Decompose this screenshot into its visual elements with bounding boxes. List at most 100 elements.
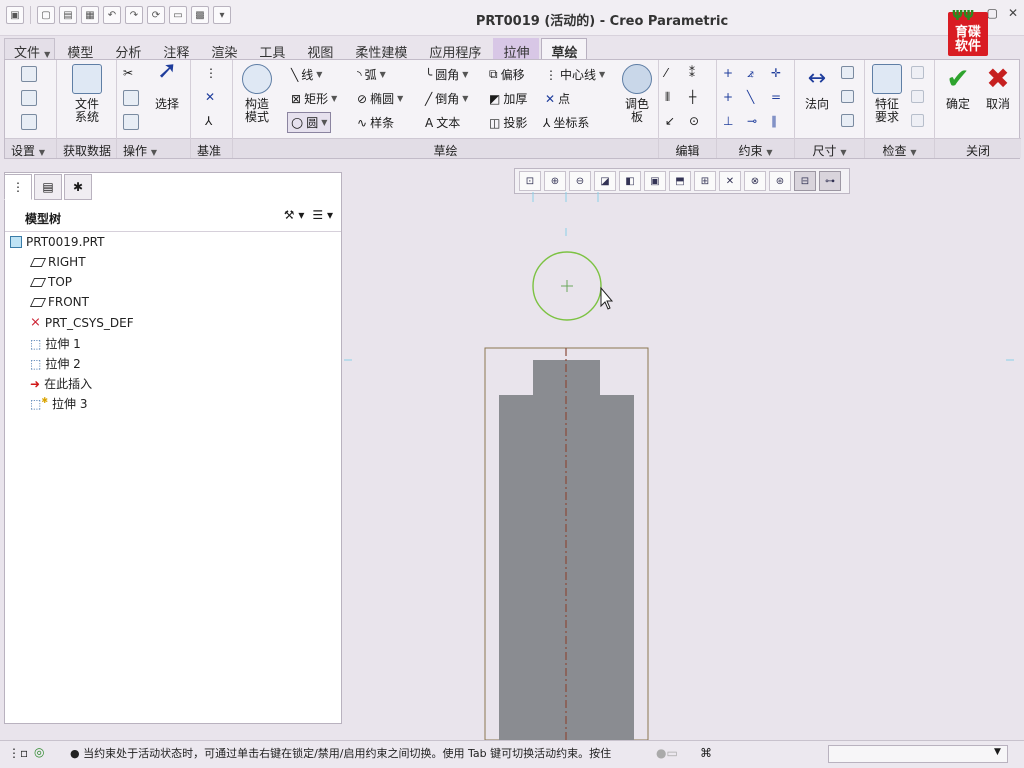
tab-model[interactable]: 模型 bbox=[57, 38, 103, 61]
logo-text: 育碟软件 bbox=[954, 25, 981, 54]
tab-extrude[interactable]: 拉伸 bbox=[493, 38, 540, 61]
datum-point-icon[interactable]: ✕ bbox=[205, 90, 215, 104]
tree-show-icon[interactable]: ☰ ▾ bbox=[312, 208, 333, 222]
tab-render[interactable]: 渲染 bbox=[201, 38, 247, 61]
sketch-setup-icon[interactable] bbox=[21, 66, 37, 82]
sketch-view-icon[interactable] bbox=[21, 114, 37, 130]
group-constraints: + ⦨ ✛ + ╲ = ⊥ ⊸ ∥ 约束 ▼ bbox=[717, 60, 795, 158]
tree-item-extrude-1[interactable]: ⬚ 拉伸 1 bbox=[30, 335, 81, 352]
browser-toggle-icon[interactable]: ◎ bbox=[34, 745, 44, 759]
tab-file[interactable]: 文件 ▼ bbox=[4, 38, 56, 61]
circle-tool[interactable]: ○ 圆 ▼ bbox=[287, 112, 332, 133]
mirror-icon[interactable]: ⫴ bbox=[665, 90, 670, 105]
rotate-resize-icon[interactable]: ⊙ bbox=[689, 114, 699, 128]
overlap-geometry-icon[interactable] bbox=[911, 114, 924, 127]
tree-item-extrude-2[interactable]: ⬚ 拉伸 2 bbox=[30, 355, 81, 372]
horizontal-constraint-icon[interactable]: + bbox=[723, 90, 733, 104]
chamfer-tool[interactable]: ╱ 倒角 ▼ bbox=[425, 90, 468, 107]
delete-segment-icon[interactable]: ⁑ bbox=[689, 66, 695, 80]
model-tree-tab-icon[interactable]: ⋮ bbox=[4, 174, 32, 200]
reference-icon[interactable] bbox=[21, 90, 37, 106]
cancel-button[interactable]: ✖ 取消 bbox=[979, 64, 1017, 111]
datum-centerline-icon[interactable]: ⋮ bbox=[205, 66, 217, 80]
project-tool[interactable]: ◫ 投影 bbox=[489, 114, 527, 131]
normal-dimension-icon: ↔ bbox=[807, 66, 827, 91]
close-icon[interactable]: ✕ bbox=[1008, 6, 1018, 20]
select-button[interactable]: ➚ 选择 bbox=[147, 58, 187, 111]
extrude-active-icon: ⬚✱ bbox=[30, 396, 49, 411]
filter-dropdown-icon[interactable]: ▼ bbox=[994, 747, 1001, 757]
tab-analysis[interactable]: 分析 bbox=[105, 38, 151, 61]
centerline-tool[interactable]: ⋮ 中心线 ▼ bbox=[545, 66, 605, 83]
parallel-constraint-icon[interactable]: ∥ bbox=[771, 114, 777, 128]
vertical-constraint-icon[interactable]: + bbox=[723, 66, 733, 80]
status-bar: ⋮▫ ◎ ● 当约束处于活动状态时，可通过单击右键在锁定/禁用/启用约束之间切换… bbox=[0, 740, 1024, 768]
equal-constraint-icon[interactable]: = bbox=[771, 90, 781, 104]
normal-dimension-button[interactable]: ↔ 法向 bbox=[797, 64, 837, 111]
tab-tools[interactable]: 工具 bbox=[249, 38, 295, 61]
group-label-constraints[interactable]: 约束 ▼ bbox=[717, 138, 794, 158]
rectangle-tool[interactable]: ⊠ 矩形 ▼ bbox=[291, 90, 337, 107]
file-system-button[interactable]: 文件 系统 bbox=[65, 64, 109, 124]
construction-mode-button[interactable]: 构造 模式 bbox=[235, 64, 279, 124]
shade-closed-loops-icon[interactable] bbox=[911, 90, 924, 103]
perpendicular-constraint-icon[interactable]: ⊥ bbox=[723, 114, 733, 128]
group-label-dimension[interactable]: 尺寸 ▼ bbox=[795, 138, 864, 158]
reference-dim-icon[interactable] bbox=[841, 90, 854, 103]
ribbon: 设置 ▼ 文件 系统 获取数据 ✂ ➚ 选择 操作 ▼ ⋮ ✕ ⅄ 基准 构造 … bbox=[4, 58, 1021, 159]
midpoint-constraint-icon[interactable]: ✛ bbox=[771, 66, 781, 80]
divide-icon[interactable]: ┼ bbox=[689, 90, 696, 104]
symmetric-constraint-icon[interactable]: ⊸ bbox=[747, 114, 757, 128]
folder-browser-tab-icon[interactable]: ▤ bbox=[34, 174, 62, 200]
group-label-setup[interactable]: 设置 ▼ bbox=[5, 138, 56, 158]
arc-tool[interactable]: ◝ 弧 ▼ bbox=[357, 66, 386, 83]
tree-settings-icon[interactable]: ⚒ ▾ bbox=[284, 208, 305, 222]
chamfer-icon: ╱ bbox=[425, 91, 433, 106]
tab-sketch[interactable]: 草绘 bbox=[541, 38, 588, 61]
offset-tool[interactable]: ⧉ 偏移 bbox=[489, 66, 525, 83]
restore-icon[interactable]: ▢ bbox=[987, 6, 998, 20]
tangent-constraint-icon[interactable]: ⦨ bbox=[747, 66, 754, 81]
paste-icon[interactable] bbox=[123, 114, 139, 130]
tree-toggle-icon[interactable]: ⋮▫ bbox=[8, 746, 28, 760]
ellipse-tool[interactable]: ⊘ 椭圆 ▼ bbox=[357, 90, 403, 107]
cut-icon[interactable]: ✂ bbox=[123, 66, 133, 80]
csys-icon: ⨯ bbox=[30, 315, 41, 330]
text-tool[interactable]: A 文本 bbox=[425, 114, 460, 131]
arc-icon: ◝ bbox=[357, 67, 362, 82]
palette-button[interactable]: 调色 板 bbox=[619, 64, 655, 124]
modify-icon[interactable]: ⁄ bbox=[665, 66, 667, 80]
graphics-canvas[interactable] bbox=[344, 160, 1024, 740]
tab-view[interactable]: 视图 bbox=[297, 38, 343, 61]
spline-tool[interactable]: ∿ 样条 bbox=[357, 114, 394, 131]
group-label-operations[interactable]: 操作 ▼ bbox=[117, 138, 190, 158]
tree-item-insert-here[interactable]: ➜ 在此插入 bbox=[30, 375, 92, 392]
ok-button[interactable]: ✔ 确定 bbox=[939, 64, 977, 111]
corner-icon[interactable]: ↙ bbox=[665, 114, 675, 128]
tab-applications[interactable]: 应用程序 bbox=[419, 38, 491, 61]
group-label-inspect[interactable]: 检查 ▼ bbox=[865, 138, 934, 158]
perimeter-icon[interactable] bbox=[841, 66, 854, 79]
find-icon[interactable]: ⌘ bbox=[700, 746, 712, 760]
favorites-tab-icon[interactable]: ✱ bbox=[64, 174, 92, 200]
tree-item-extrude-3[interactable]: ⬚✱ 拉伸 3 bbox=[30, 395, 88, 412]
coincident-constraint-icon[interactable]: ╲ bbox=[747, 90, 754, 104]
fillet-tool[interactable]: ╰ 圆角 ▼ bbox=[425, 66, 468, 83]
csys-tool[interactable]: ⅄ 坐标系 bbox=[543, 114, 589, 131]
line-tool[interactable]: ╲ 线 ▼ bbox=[291, 66, 322, 83]
datum-csys-icon[interactable]: ⅄ bbox=[205, 114, 212, 128]
point-tool[interactable]: ✕ 点 bbox=[545, 90, 570, 107]
tree-item-front[interactable]: FRONT bbox=[29, 295, 89, 309]
construction-mode-icon bbox=[242, 64, 272, 94]
tab-flexible-modeling[interactable]: 柔性建模 bbox=[345, 38, 417, 61]
tree-item-part[interactable]: PRT0019.PRT bbox=[10, 235, 104, 249]
tree-item-csys[interactable]: ⨯ PRT_CSYS_DEF bbox=[30, 315, 134, 330]
copy-icon[interactable] bbox=[123, 90, 139, 106]
baseline-icon[interactable] bbox=[841, 114, 854, 127]
highlight-open-ends-icon[interactable] bbox=[911, 66, 924, 79]
tree-item-right[interactable]: RIGHT bbox=[29, 255, 86, 269]
selection-filter[interactable] bbox=[828, 745, 1008, 763]
feature-requirements-button[interactable]: 特征 要求 bbox=[867, 64, 907, 124]
tree-item-top[interactable]: TOP bbox=[29, 275, 72, 289]
thicken-tool[interactable]: ◩ 加厚 bbox=[489, 90, 527, 107]
